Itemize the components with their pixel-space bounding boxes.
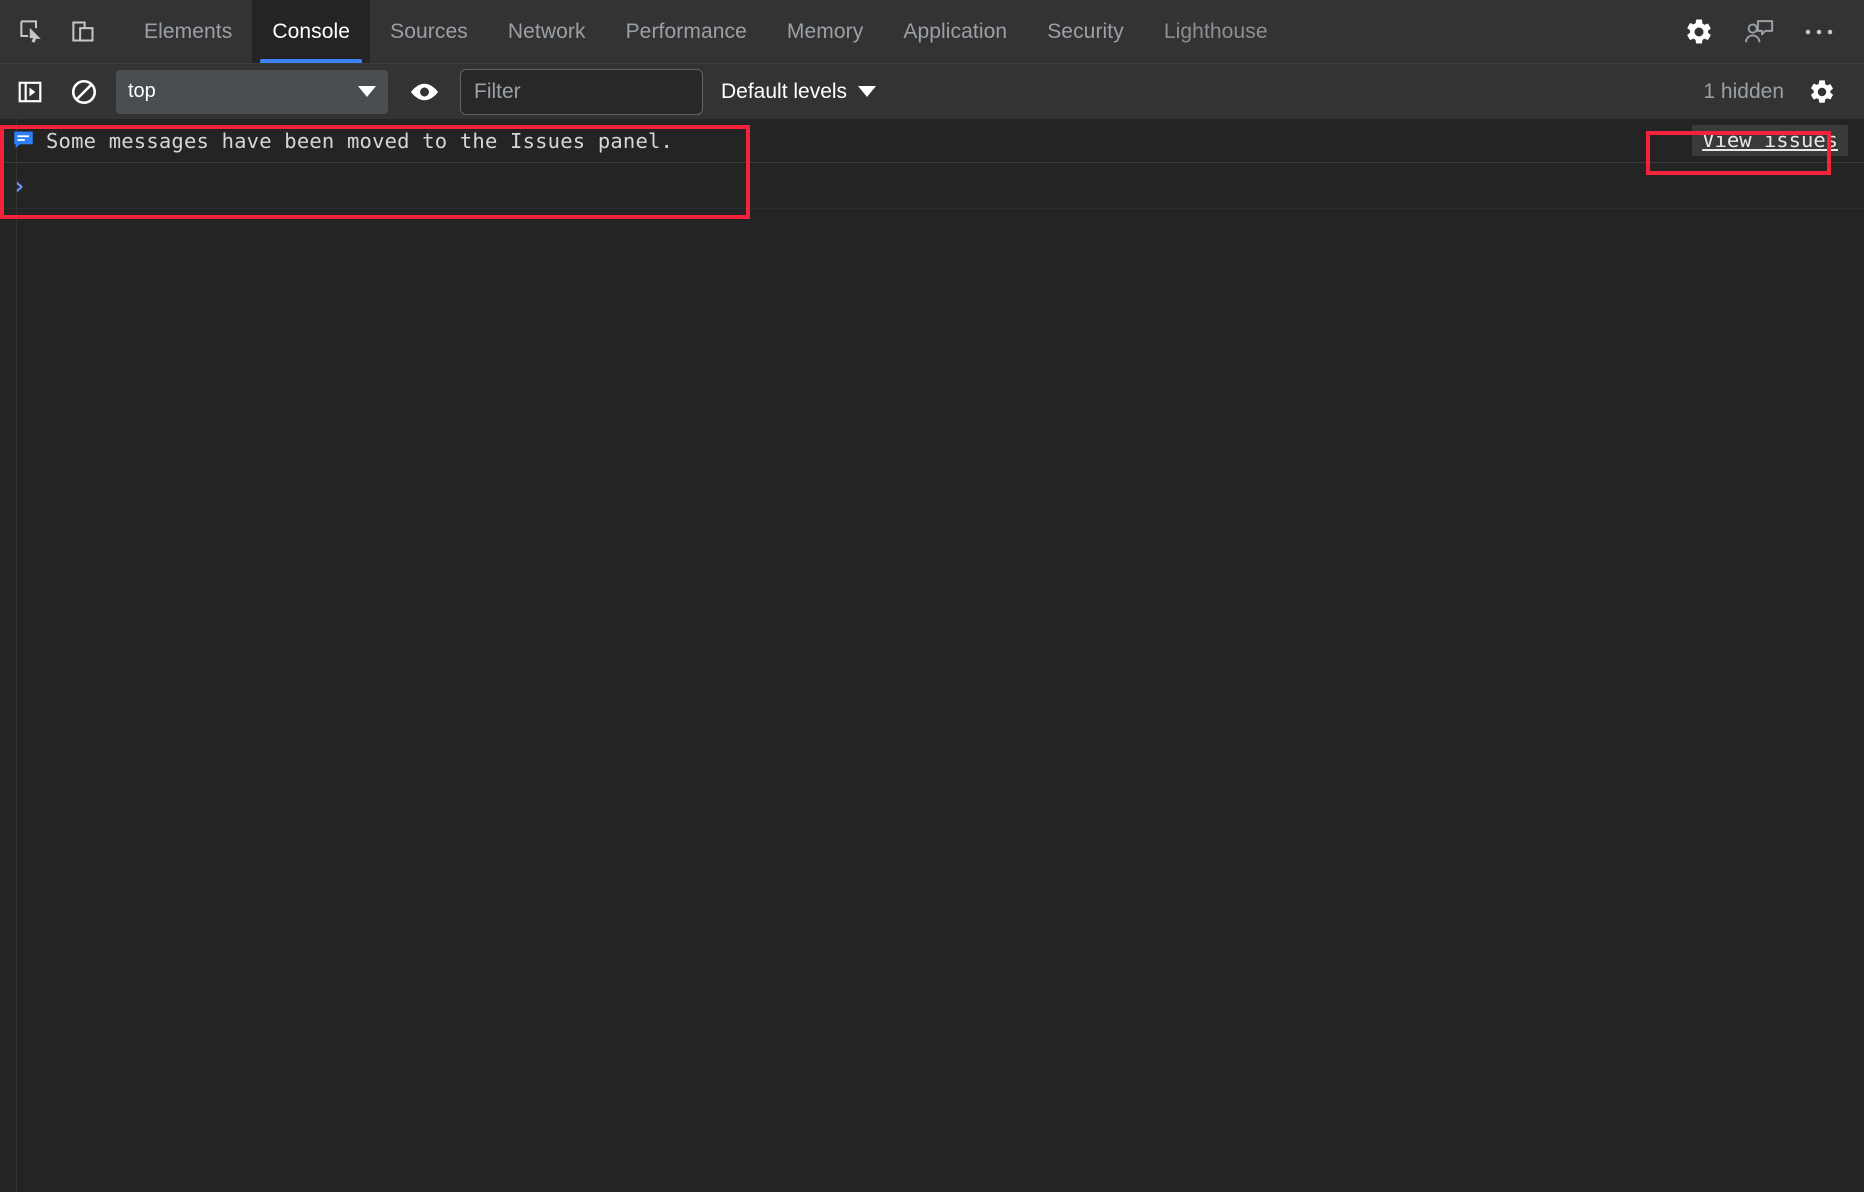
console-prompt-row[interactable]: › bbox=[0, 163, 1864, 209]
tab-lighthouse[interactable]: Lighthouse bbox=[1144, 0, 1288, 63]
filter-placeholder: Filter bbox=[474, 80, 521, 104]
tab-elements[interactable]: Elements bbox=[124, 0, 252, 63]
feedback-person-icon[interactable] bbox=[1736, 9, 1782, 55]
devtools-window: Elements Console Sources Network Perform… bbox=[0, 0, 1864, 1192]
tab-network[interactable]: Network bbox=[488, 0, 606, 63]
tabbar-left-icons bbox=[0, 9, 106, 55]
tab-label: Memory bbox=[787, 20, 863, 44]
tab-label: Application bbox=[903, 20, 1007, 44]
log-level-value: Default levels bbox=[721, 80, 847, 104]
view-issues-container: View issues bbox=[1692, 125, 1848, 156]
tab-label: Lighthouse bbox=[1164, 20, 1268, 44]
more-options-icon[interactable] bbox=[1796, 9, 1842, 55]
console-gutter-divider bbox=[16, 119, 17, 1192]
chevron-down-icon bbox=[358, 86, 376, 97]
filter-input[interactable]: Filter bbox=[460, 69, 703, 115]
console-toolbar: top Filter Default levels 1 hidden bbox=[0, 63, 1864, 119]
hidden-messages-count: 1 hidden bbox=[1703, 80, 1784, 104]
eye-icon[interactable] bbox=[402, 70, 446, 114]
tab-label: Performance bbox=[626, 20, 747, 44]
log-level-select[interactable]: Default levels bbox=[721, 80, 876, 104]
console-settings-gear-icon[interactable] bbox=[1800, 70, 1844, 114]
tab-label: Security bbox=[1047, 20, 1124, 44]
tab-sources[interactable]: Sources bbox=[370, 0, 488, 63]
tab-performance[interactable]: Performance bbox=[606, 0, 767, 63]
console-output[interactable]: Some messages have been moved to the Iss… bbox=[0, 119, 1864, 1192]
execution-context-value: top bbox=[128, 80, 156, 103]
device-toolbar-icon[interactable] bbox=[60, 9, 106, 55]
tab-console[interactable]: Console bbox=[252, 0, 370, 63]
tab-label: Console bbox=[272, 20, 350, 44]
tab-application[interactable]: Application bbox=[883, 0, 1027, 63]
tab-label: Elements bbox=[144, 20, 232, 44]
tab-label: Sources bbox=[390, 20, 468, 44]
tabbar-right-icons bbox=[1676, 9, 1864, 55]
console-message-row[interactable]: Some messages have been moved to the Iss… bbox=[0, 119, 1864, 163]
execution-context-select[interactable]: top bbox=[116, 70, 388, 114]
console-sidebar-toggle-icon[interactable] bbox=[8, 70, 52, 114]
clear-console-icon[interactable] bbox=[62, 70, 106, 114]
settings-gear-icon[interactable] bbox=[1676, 9, 1722, 55]
console-toolbar-right: 1 hidden bbox=[1703, 70, 1864, 114]
issue-message-icon bbox=[12, 130, 34, 152]
devtools-tabbar: Elements Console Sources Network Perform… bbox=[0, 0, 1864, 63]
inspect-element-icon[interactable] bbox=[8, 9, 54, 55]
prompt-caret-icon: › bbox=[12, 174, 26, 198]
tab-label: Network bbox=[508, 20, 586, 44]
view-issues-link[interactable]: View issues bbox=[1692, 125, 1848, 156]
chevron-down-icon bbox=[858, 86, 876, 97]
tab-security[interactable]: Security bbox=[1027, 0, 1144, 63]
panel-tabs: Elements Console Sources Network Perform… bbox=[124, 0, 1288, 63]
console-message-text: Some messages have been moved to the Iss… bbox=[46, 129, 673, 153]
tab-memory[interactable]: Memory bbox=[767, 0, 883, 63]
